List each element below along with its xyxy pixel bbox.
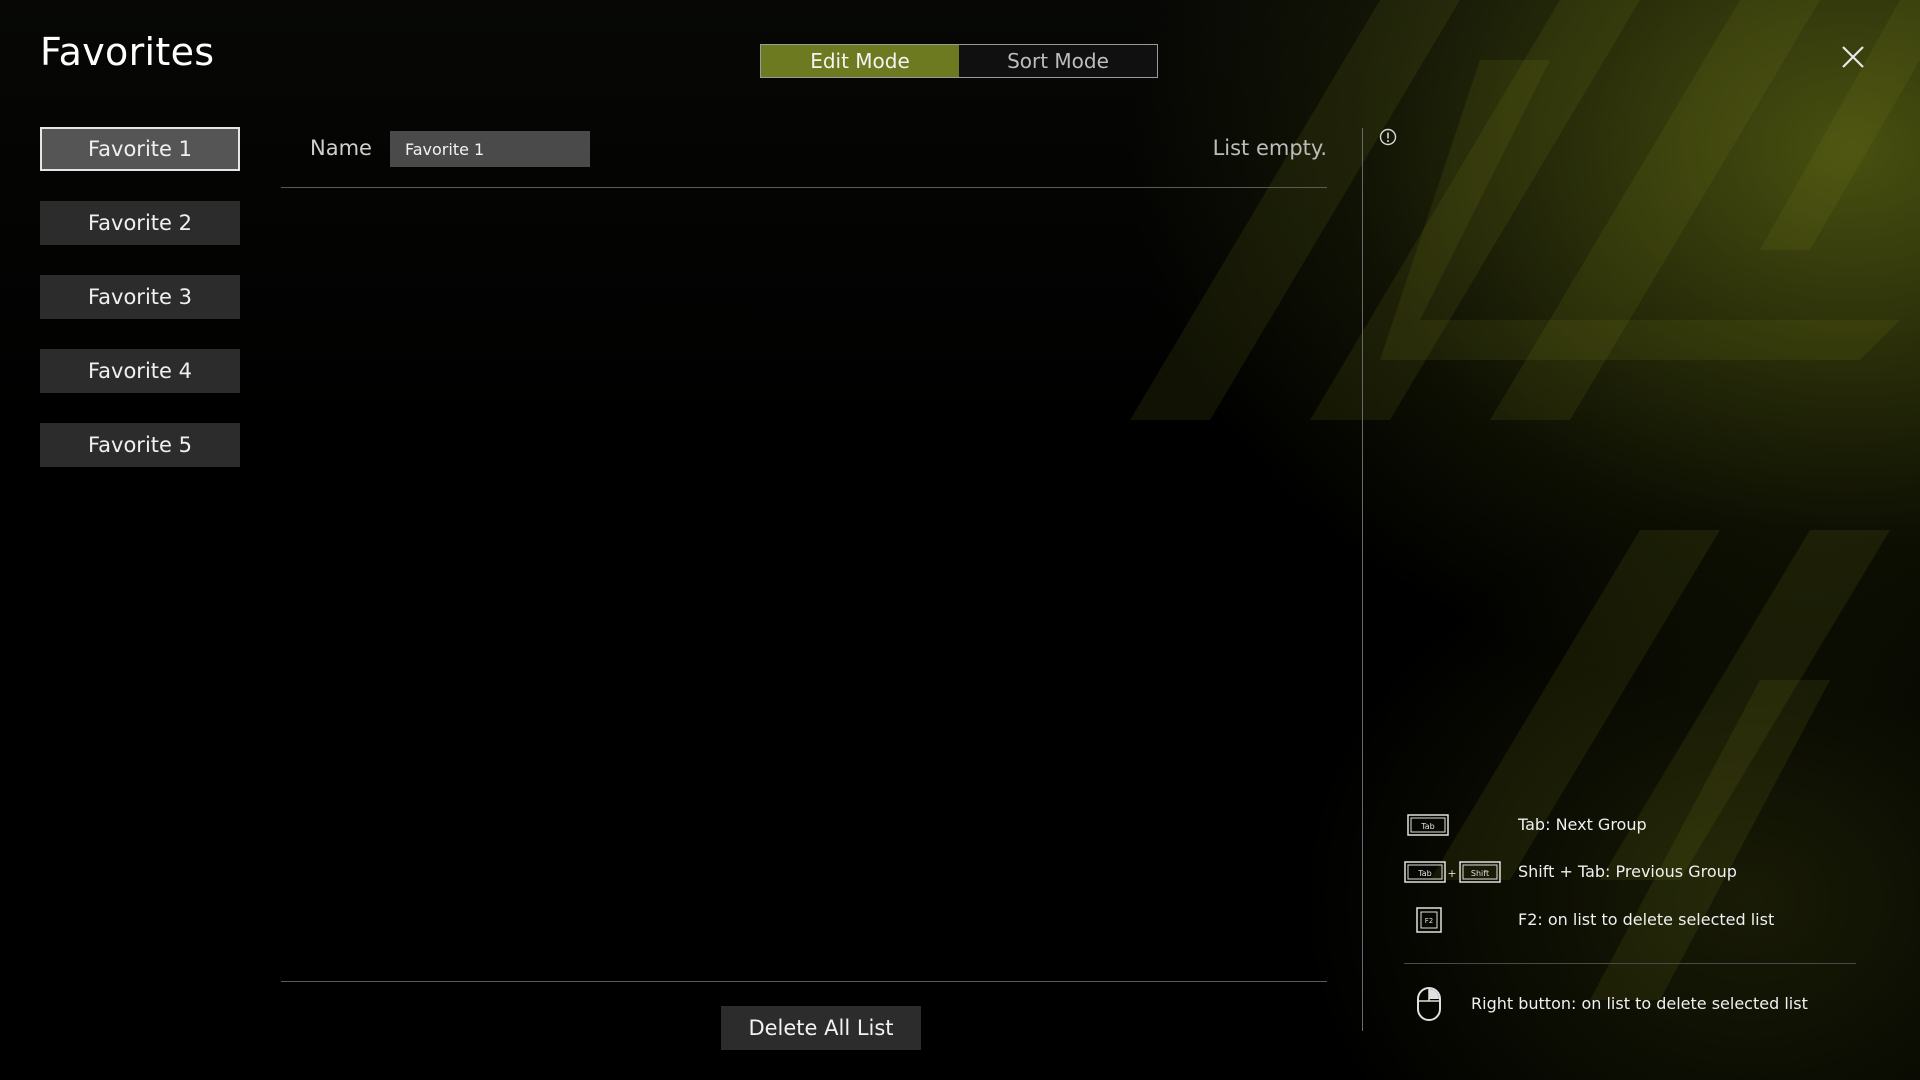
hints-divider	[1404, 963, 1856, 964]
favorites-list: Favorite 1 Favorite 2 Favorite 3 Favorit…	[40, 127, 240, 497]
tab-key-icon: Tab	[1407, 814, 1449, 836]
header-divider	[281, 187, 1327, 188]
sort-mode-button[interactable]: Sort Mode	[959, 45, 1157, 77]
favorite-item-3[interactable]: Favorite 3	[40, 275, 240, 319]
favorite-item-2[interactable]: Favorite 2	[40, 201, 240, 245]
favorite-item-5[interactable]: Favorite 5	[40, 423, 240, 467]
shift-tab-key-a-label: Tab	[1417, 869, 1432, 878]
hint-mouse-text: Right button: on list to delete selected…	[1471, 994, 1808, 1013]
f2-key-icon: F2	[1416, 907, 1442, 933]
page-title: Favorites	[40, 30, 215, 74]
info-icon[interactable]	[1379, 128, 1397, 146]
hint-tab-text: Tab: Next Group	[1518, 815, 1647, 834]
hint-f2-text: F2: on list to delete selected list	[1518, 910, 1775, 929]
favorite-item-1[interactable]: Favorite 1	[40, 127, 240, 171]
mode-toggle: Edit Mode Sort Mode	[760, 44, 1158, 78]
close-icon[interactable]	[1838, 42, 1868, 72]
tab-key-label: Tab	[1420, 822, 1435, 831]
edit-mode-button[interactable]: Edit Mode	[761, 45, 959, 77]
shift-tab-key-b-label: Shift	[1471, 869, 1489, 878]
f2-key-label: F2	[1425, 917, 1433, 925]
name-input[interactable]	[390, 131, 590, 167]
mouse-icon	[1417, 987, 1441, 1021]
panel-divider	[1362, 128, 1363, 1031]
list-status: List empty.	[1212, 136, 1327, 160]
name-label: Name	[310, 136, 372, 160]
footer-divider	[281, 981, 1327, 982]
hint-shift-tab-text: Shift + Tab: Previous Group	[1518, 862, 1737, 881]
shift-tab-keys-icon: Tab + Shift	[1404, 861, 1501, 883]
delete-all-button[interactable]: Delete All List	[721, 1006, 921, 1050]
favorite-item-4[interactable]: Favorite 4	[40, 349, 240, 393]
shift-tab-plus: +	[1447, 867, 1456, 880]
